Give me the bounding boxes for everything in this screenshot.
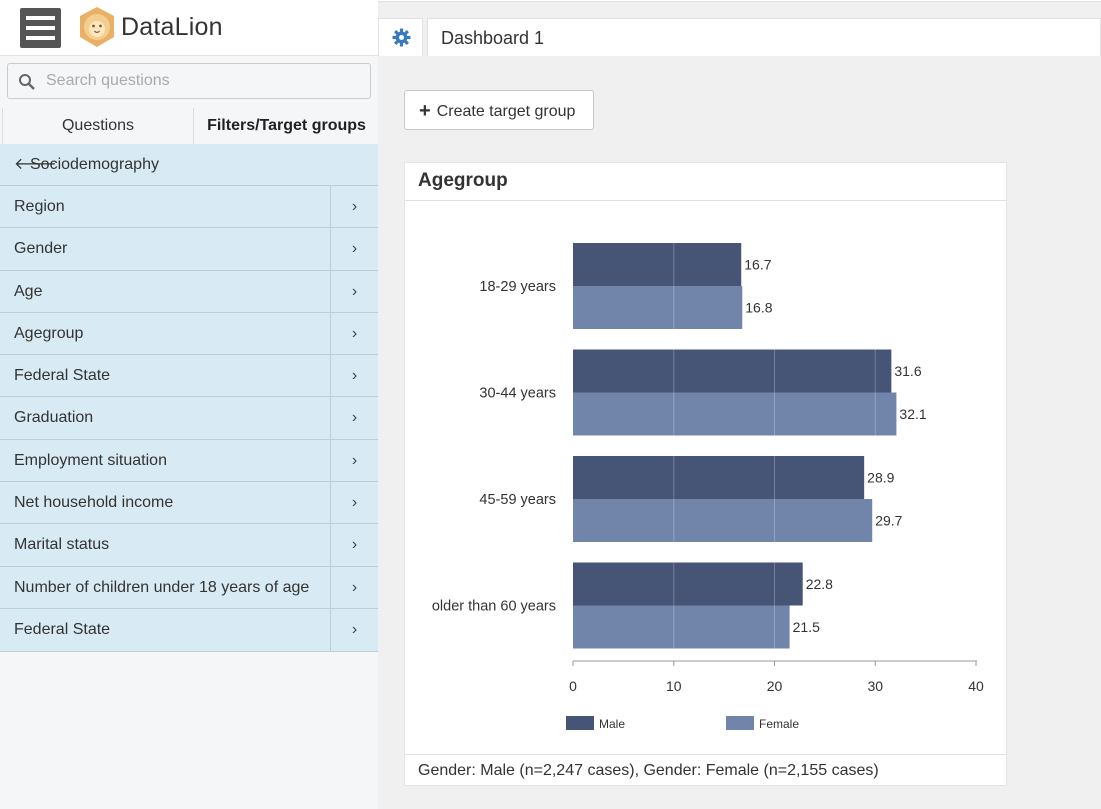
back-label: Sociodemography [30,156,159,173]
tab-filters-target-groups[interactable]: Filters/Target groups [195,108,378,144]
chevron-right-icon[interactable]: › [330,439,378,482]
sidebar-item[interactable]: Agegroup › [0,312,378,356]
sidebar-item-label: Federal State [14,367,111,385]
main-area: Dashboard 1 + Create target group Agegrou… [378,0,1101,809]
sidebar-item-label: Gender [14,240,68,258]
search-icon [19,74,35,90]
bar-value-label: 31.6 [894,363,921,379]
sidebar: DataLion Questions Filters/Target groups… [0,0,378,809]
sidebar-item[interactable]: Graduation › [0,397,378,440]
bar-value-label: 32.1 [899,406,926,422]
bar-value-label: 21.5 [793,619,820,635]
bar-male [573,349,892,393]
chevron-right-icon[interactable]: › [330,482,378,524]
menu-icon[interactable] [20,8,61,48]
category-label: 30-44 years [479,386,556,402]
search-box [7,63,371,99]
sidebar-nav: 🡐Sociodemography Region › Gender › Age › Agegr… [0,144,378,653]
bar-value-label: 16.7 [744,257,771,273]
bar-female [573,286,743,329]
brand-name: DataLion [121,13,223,41]
chevron-right-icon[interactable]: › [330,355,378,397]
bar-female [573,605,790,649]
chevron-right-icon[interactable]: › [330,566,378,608]
bar-male [573,562,803,606]
sidebar-item[interactable]: Net household income › [0,482,378,525]
x-tick-label: 40 [968,678,984,694]
sidebar-item[interactable]: Federal State › [0,355,378,398]
sidebar-item-label: Region [14,198,65,215]
sidebar-item[interactable]: Federal State › [0,608,378,652]
bar-male [573,243,742,286]
chevron-right-icon[interactable]: › [330,228,378,270]
x-tick-label: 30 [867,678,883,694]
bar-male [573,456,865,499]
chevron-right-icon[interactable]: › [330,312,378,355]
sidebar-item[interactable]: Gender › [0,228,378,271]
sidebar-item-label: Graduation [14,409,94,427]
lion-logo-icon [80,7,114,47]
x-tick-label: 0 [569,678,577,694]
category-label: older than 60 years [432,599,556,615]
sidebar-item-label: Number of children under 18 years of age [14,578,310,596]
legend-swatch-female [726,716,754,730]
sidebar-item-label: Age [14,282,43,300]
top-bar: DataLion [0,0,378,56]
sidebar-tabs: Questions Filters/Target groups [0,108,378,144]
chevron-right-icon[interactable]: › [330,186,378,228]
sidebar-item[interactable]: Number of children under 18 years of age… [0,566,378,609]
tab-dashboard[interactable]: Dashboard 1 [427,18,1101,56]
create-target-group-button[interactable]: + Create target group [404,90,594,130]
arrow-left-icon: 🡐 [14,156,57,173]
sidebar-item-label: Agegroup [14,324,84,342]
sidebar-item-label: Marital status [14,536,110,554]
sidebar-item-label: Employment situation [14,451,167,469]
bar-value-label: 29.7 [875,513,902,529]
category-label: 45-59 years [479,492,556,508]
chart-card: Agegroup 16.7 16.8 18-29 years 31.6 32.1 30-4… [404,162,1007,786]
card-title: Agegroup [405,163,1006,201]
card-footer: Gender: Male (n=2,247 cases), Gender: Fe… [405,754,1006,785]
legend-label: Male [599,717,625,731]
back-link[interactable]: 🡐Sociodemography [0,144,378,186]
sidebar-item[interactable]: Employment situation › [0,439,378,483]
bar-value-label: 16.8 [745,300,772,316]
bar-value-label: 22.8 [806,576,833,592]
x-tick-label: 10 [666,678,682,694]
chevron-right-icon[interactable]: › [330,270,378,312]
sidebar-item[interactable]: Marital status › [0,524,378,567]
agegroup-bar-chart: 16.7 16.8 18-29 years 31.6 32.1 30-44 years 28… [432,243,984,731]
sidebar-item[interactable]: Region › [0,186,378,229]
search-input[interactable] [46,70,356,92]
x-tick-label: 20 [767,678,783,694]
legend-label: Female [759,717,799,731]
chevron-right-icon[interactable]: › [330,524,378,566]
category-label: 18-29 years [479,279,556,295]
tab-bar: Dashboard 1 [378,0,1101,57]
legend-swatch-male [566,716,594,730]
gear-icon [392,28,411,47]
sidebar-item-label: Federal State [14,620,111,638]
chevron-right-icon[interactable]: › [330,397,378,439]
sidebar-item[interactable]: Age › [0,270,378,313]
sidebar-item-label: Net household income [14,494,174,512]
create-target-group-label: Create target group [436,102,576,120]
bar-value-label: 28.9 [867,470,894,486]
tab-questions[interactable]: Questions [2,108,194,144]
bar-female [573,392,897,436]
bar-female [573,499,873,542]
settings-tab[interactable] [378,18,423,56]
plus-icon: + [419,99,431,122]
chevron-right-icon[interactable]: › [330,608,378,652]
